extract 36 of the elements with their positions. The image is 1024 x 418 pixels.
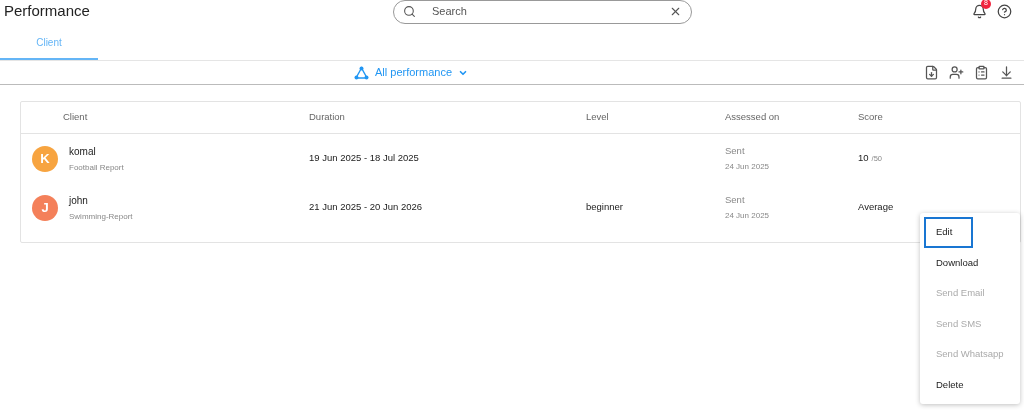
- tab[interactable]: Client: [0, 26, 98, 60]
- duration-cell: 21 Jun 2025 - 20 Jun 2026: [309, 201, 423, 213]
- column-header: Level: [586, 111, 609, 123]
- avatar: J: [32, 194, 58, 221]
- bell-icon: [972, 3, 987, 19]
- search-input[interactable]: Search: [432, 3, 669, 20]
- network-icon: [354, 65, 369, 80]
- column-header: Assessed on: [725, 111, 780, 123]
- report-name: Swimming-Report: [69, 210, 133, 223]
- download-icon[interactable]: [999, 65, 1014, 80]
- menu-item[interactable]: Download: [924, 247, 1016, 278]
- column-header: Score: [858, 111, 883, 123]
- column-header: Client: [63, 111, 88, 123]
- add-user-icon[interactable]: [949, 65, 964, 80]
- score-value: 10: [858, 151, 869, 166]
- page-title: Performance: [4, 0, 91, 21]
- menu-item[interactable]: Delete: [924, 369, 1016, 400]
- file-download-icon[interactable]: [924, 65, 939, 80]
- close-icon[interactable]: [669, 5, 682, 18]
- avatar: K: [32, 145, 58, 172]
- assessed-date: 24 Jun 2025: [725, 160, 771, 173]
- assessed-date: 24 Jun 2025: [725, 209, 771, 222]
- column-header: Duration: [309, 111, 345, 123]
- help-icon[interactable]: [997, 3, 1012, 19]
- status-text: Sent: [725, 193, 746, 208]
- duration-cell: 19 Jun 2025 - 18 Jul 2025: [309, 152, 419, 164]
- filter-dropdown[interactable]: All performance: [354, 64, 469, 81]
- menu-item[interactable]: Edit: [924, 217, 973, 248]
- report-name: Football Report: [69, 161, 124, 174]
- status-text: Sent: [725, 144, 746, 159]
- client-name[interactable]: komal: [69, 143, 124, 159]
- client-name[interactable]: john: [69, 192, 133, 208]
- search-icon: [403, 5, 416, 18]
- clipboard-icon[interactable]: [974, 65, 989, 80]
- score-value: Average: [858, 200, 894, 215]
- level-cell: beginner: [586, 201, 623, 213]
